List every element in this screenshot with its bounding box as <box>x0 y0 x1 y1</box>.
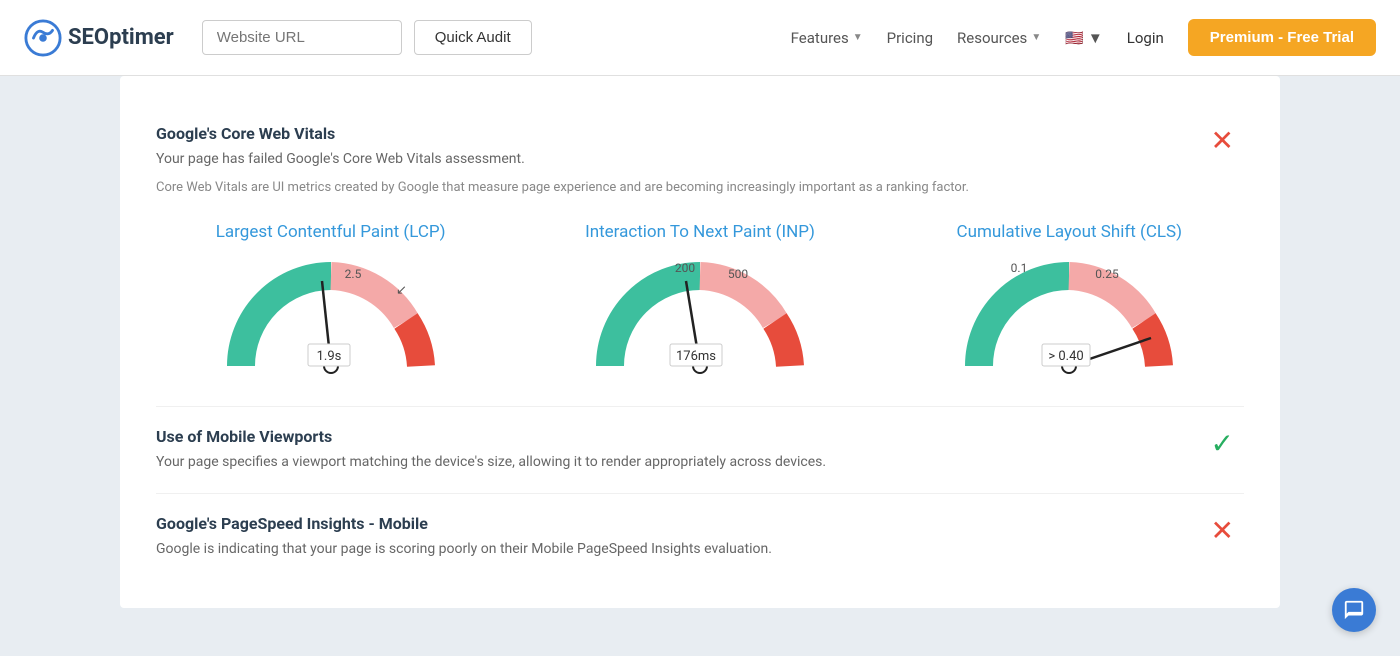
pagespeed-mobile-title: Google's PageSpeed Insights - Mobile <box>156 514 1244 533</box>
cls-gauge-wrap: 0.1 0.25 > 0.40 <box>959 256 1179 386</box>
pagespeed-mobile-section: ✕ Google's PageSpeed Insights - Mobile G… <box>156 494 1244 580</box>
mobile-viewports-desc: Your page specifies a viewport matching … <box>156 452 1056 473</box>
main-content: ✕ Google's Core Web Vitals Your page has… <box>60 76 1340 608</box>
lcp-title: Largest Contentful Paint (LCP) <box>216 222 446 242</box>
cls-gauge-svg: 0.1 0.25 > 0.40 <box>959 256 1179 386</box>
nav-features[interactable]: Features ▼ <box>791 29 863 47</box>
logo[interactable]: SEOptimer <box>24 19 174 57</box>
core-web-vitals-title: Google's Core Web Vitals <box>156 124 1244 143</box>
lcp-gauge-svg: 2.5 1.9s ↙ <box>221 256 441 386</box>
sidebar-right <box>1340 76 1400 608</box>
svg-text:176ms: 176ms <box>676 349 716 364</box>
core-web-vitals-desc2: Core Web Vitals are UI metrics created b… <box>156 178 1244 198</box>
mobile-viewports-title: Use of Mobile Viewports <box>156 427 1244 446</box>
url-input[interactable] <box>202 20 402 55</box>
inp-gauge-svg: 200 500 176ms <box>590 256 810 386</box>
logo-icon <box>24 19 62 57</box>
lcp-gauge-wrap: 2.5 1.9s ↙ <box>221 256 441 386</box>
svg-text:2.5: 2.5 <box>344 267 361 281</box>
core-web-vitals-status-icon: ✕ <box>1211 124 1234 157</box>
core-web-vitals-desc: Your page has failed Google's Core Web V… <box>156 149 1056 170</box>
content-area: ✕ Google's Core Web Vitals Your page has… <box>120 76 1280 608</box>
mobile-viewports-status-icon: ✓ <box>1211 427 1234 460</box>
svg-text:0.25: 0.25 <box>1096 267 1120 281</box>
mobile-viewports-section: ✓ Use of Mobile Viewports Your page spec… <box>156 407 1244 494</box>
nav-links: Features ▼ Pricing Resources ▼ 🇺🇸 ▼ Logi… <box>791 19 1376 56</box>
core-web-vitals-section: ✕ Google's Core Web Vitals Your page has… <box>156 104 1244 407</box>
svg-text:200: 200 <box>675 261 695 275</box>
login-link[interactable]: Login <box>1127 29 1164 47</box>
quick-audit-button[interactable]: Quick Audit <box>414 20 532 55</box>
nav-pricing[interactable]: Pricing <box>887 29 933 47</box>
inp-title: Interaction To Next Paint (INP) <box>585 222 815 242</box>
sidebar <box>0 76 60 608</box>
chat-icon <box>1343 599 1365 621</box>
svg-text:0.1: 0.1 <box>1011 261 1028 275</box>
svg-text:1.9s: 1.9s <box>316 349 341 364</box>
gauges-row: Largest Contentful Paint (LCP) <box>156 222 1244 386</box>
flag-chevron-icon: ▼ <box>1088 29 1103 47</box>
lcp-gauge: Largest Contentful Paint (LCP) <box>156 222 505 386</box>
nav-resources[interactable]: Resources ▼ <box>957 29 1041 47</box>
svg-text:↙: ↙ <box>396 283 407 298</box>
pagespeed-mobile-status-icon: ✕ <box>1211 514 1234 547</box>
svg-text:> 0.40: > 0.40 <box>1049 349 1084 364</box>
flag-icon: 🇺🇸 <box>1065 29 1084 47</box>
features-chevron-icon: ▼ <box>853 32 863 43</box>
inp-gauge: Interaction To Next Paint (INP) 200 500 <box>525 222 874 386</box>
language-selector[interactable]: 🇺🇸 ▼ <box>1065 29 1103 47</box>
resources-chevron-icon: ▼ <box>1031 32 1041 43</box>
svg-text:500: 500 <box>728 267 748 281</box>
navbar: SEOptimer Quick Audit Features ▼ Pricing… <box>0 0 1400 76</box>
page-wrapper: ✕ Google's Core Web Vitals Your page has… <box>0 76 1400 608</box>
premium-button[interactable]: Premium - Free Trial <box>1188 19 1376 56</box>
cls-gauge: Cumulative Layout Shift (CLS) 0.1 0.25 <box>895 222 1244 386</box>
cls-title: Cumulative Layout Shift (CLS) <box>957 222 1183 242</box>
inp-gauge-wrap: 200 500 176ms <box>590 256 810 386</box>
logo-text: SEOptimer <box>68 25 174 50</box>
chat-button[interactable] <box>1332 588 1376 632</box>
pagespeed-mobile-desc: Google is indicating that your page is s… <box>156 539 1056 560</box>
